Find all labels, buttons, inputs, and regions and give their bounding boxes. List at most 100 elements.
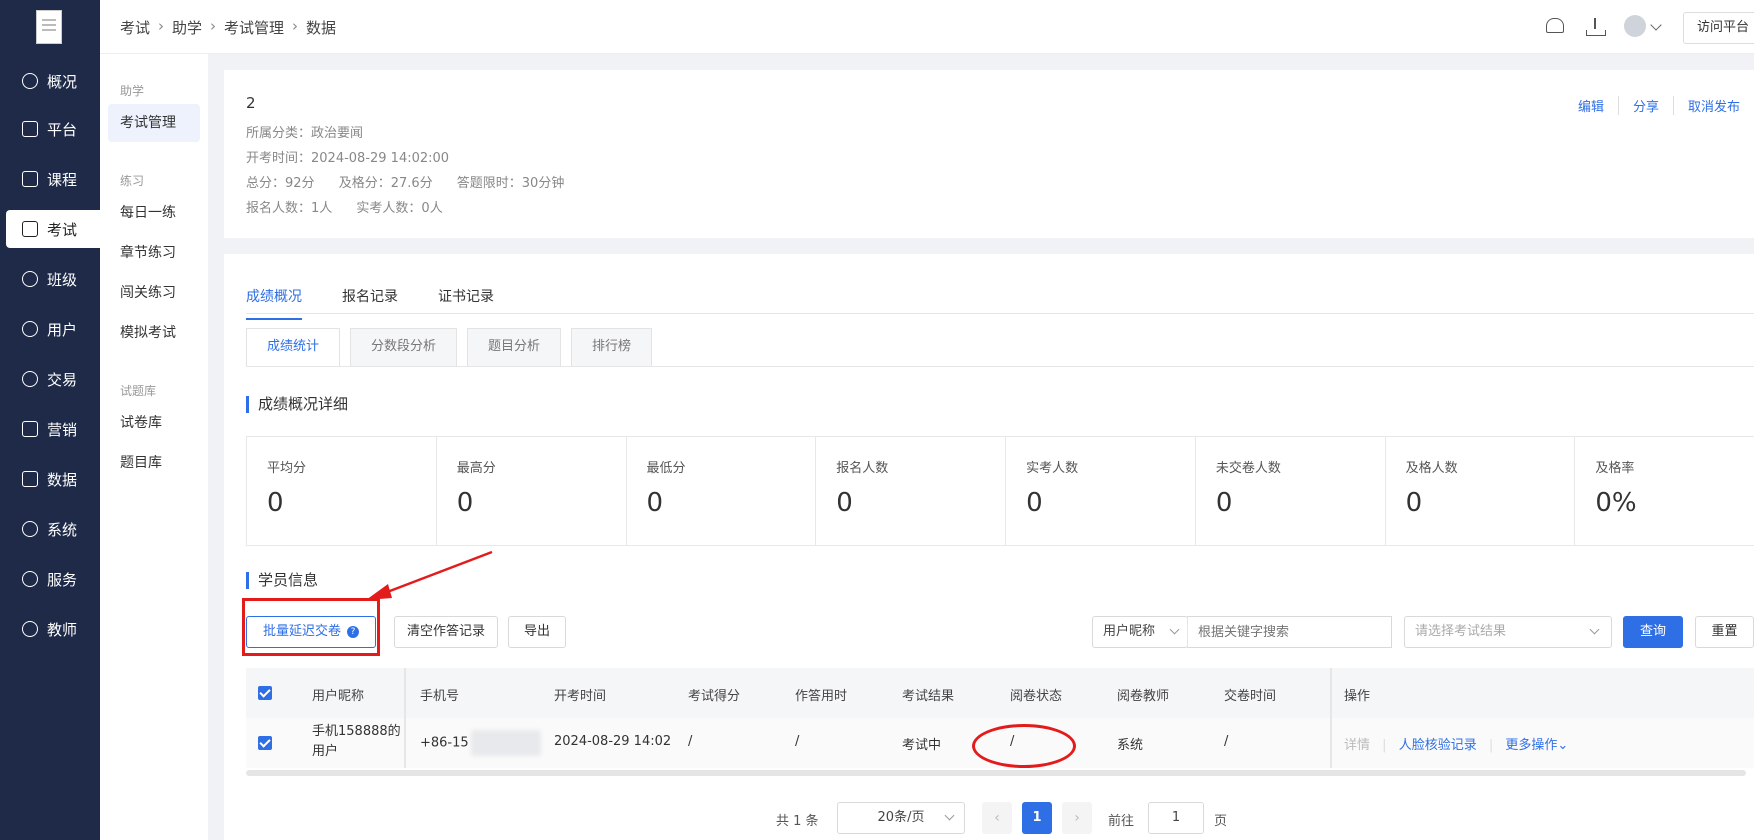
breadcrumb-item[interactable]: 助学 (172, 17, 202, 38)
exam-result-select[interactable]: 请选择考试结果 (1404, 616, 1612, 648)
submenu-item-level[interactable]: 闯关练习 (108, 274, 200, 312)
detail-link[interactable]: 详情 (1344, 738, 1370, 753)
cell-nickname: 手机158888的 用户 (312, 722, 401, 762)
stat-value: 0 (1215, 488, 1233, 518)
main-content-card: 成绩概况 报名记录 证书记录 成绩统计 分数段分析 题目分析 排行榜 成绩概况详… (224, 254, 1754, 840)
total-count: 共 1 条 (776, 814, 819, 829)
nav-item-class[interactable]: 班级 (0, 260, 100, 298)
nav-item-trade[interactable]: 交易 (0, 360, 100, 398)
face-verify-link[interactable]: 人脸核验记录 (1399, 738, 1477, 753)
share-link[interactable]: 分享 (1617, 96, 1673, 115)
more-actions-link[interactable]: 更多操作 (1505, 738, 1557, 753)
subtab-question-analysis[interactable]: 题目分析 (467, 328, 562, 366)
col-header: 操作 (1344, 689, 1371, 704)
exam-icon (22, 221, 38, 237)
col-header: 手机号 (420, 689, 460, 704)
export-button[interactable]: 导出 (508, 616, 566, 648)
stat-average: 平均分 0 (247, 437, 437, 545)
students-section-title: 学员信息 (246, 572, 318, 589)
nav-label: 平台 (47, 120, 78, 139)
col-header: 考试结果 (902, 689, 955, 704)
cell-submit-time: / (1224, 734, 1229, 749)
nav-label: 数据 (47, 470, 78, 489)
page-number-current[interactable]: 1 (1022, 802, 1052, 834)
reset-button[interactable]: 重置 (1695, 616, 1754, 648)
exam-counts: 报名人数：1人 实考人数：0人 (246, 197, 463, 216)
clear-records-button[interactable]: 清空作答记录 (394, 616, 498, 648)
nav-item-course[interactable]: 课程 (0, 160, 100, 198)
stat-value: 0 (646, 488, 664, 518)
nav-item-exam[interactable]: 考试 (6, 210, 100, 248)
app-logo[interactable] (36, 10, 62, 44)
submenu-item-daily[interactable]: 每日一练 (108, 194, 200, 232)
nav-item-system[interactable]: 系统 (0, 510, 100, 548)
teacher-icon (22, 621, 38, 637)
bell-icon[interactable] (1546, 18, 1564, 33)
stat-value: 0% (1595, 488, 1637, 518)
subtab-score-range[interactable]: 分数段分析 (350, 328, 458, 366)
filter-field-select[interactable]: 用户昵称 (1092, 616, 1188, 648)
select-all-checkbox[interactable] (258, 686, 272, 700)
breadcrumb: 考试 › 助学 › 考试管理 › 数据 (120, 17, 336, 38)
breadcrumb-item[interactable]: 考试 (120, 17, 150, 38)
unpublish-link[interactable]: 取消发布 (1672, 96, 1754, 115)
nav-item-platform[interactable]: 平台 (0, 110, 100, 148)
nav-label: 班级 (47, 270, 78, 289)
breadcrumb-item[interactable]: 考试管理 (224, 17, 284, 38)
chevron-down-icon[interactable]: ⌄ (1557, 738, 1568, 753)
subtab-score-stats[interactable]: 成绩统计 (246, 328, 341, 366)
bar-chart-icon (22, 471, 38, 487)
prev-page-button[interactable]: ‹ (982, 802, 1012, 834)
next-page-button[interactable]: › (1062, 802, 1092, 834)
nav-item-teacher[interactable]: 教师 (0, 610, 100, 648)
goto-page-input[interactable]: 1 (1148, 802, 1204, 834)
row-checkbox[interactable] (258, 736, 272, 750)
horizontal-scrollbar[interactable] (246, 770, 1746, 776)
search-input[interactable] (1187, 616, 1392, 648)
col-header: 阅卷教师 (1117, 689, 1170, 704)
chevron-down-icon[interactable] (1650, 19, 1662, 31)
nav-item-data[interactable]: 数据 (0, 460, 100, 498)
cell-result: 考试中 (902, 738, 942, 753)
visit-platform-button[interactable]: 访问平台 (1683, 12, 1754, 44)
edit-link[interactable]: 编辑 (1564, 96, 1618, 115)
cell-phone: +86-15 (420, 730, 541, 756)
submenu-item-chapter[interactable]: 章节练习 (108, 234, 200, 272)
stat-label: 平均分 (267, 461, 307, 476)
avatar[interactable] (1624, 15, 1646, 37)
fixed-column-shadow (1330, 668, 1332, 768)
service-icon (22, 571, 38, 587)
nav-label: 课程 (47, 170, 78, 189)
cell-score: / (688, 734, 693, 749)
cell-duration: / (795, 734, 800, 749)
stat-label: 最低分 (646, 461, 686, 476)
query-button[interactable]: 查询 (1623, 616, 1683, 648)
stat-label: 及格人数 (1405, 461, 1458, 476)
nav-item-marketing[interactable]: 营销 (0, 410, 100, 448)
cell-reviewer: 系统 (1117, 738, 1144, 753)
submenu-item-exam-management[interactable]: 考试管理 (108, 104, 200, 142)
submenu-item-paper-bank[interactable]: 试卷库 (108, 404, 200, 442)
megaphone-icon (22, 421, 38, 437)
stat-registered: 报名人数 0 (816, 437, 1007, 545)
download-icon[interactable] (1586, 18, 1606, 36)
tab-score-overview[interactable]: 成绩概况 (246, 286, 302, 320)
submenu-group-title: 试题库 (120, 384, 157, 398)
page-unit-label: 页 (1214, 814, 1228, 829)
annotation-arrow (366, 550, 493, 600)
stat-label: 实考人数 (1026, 461, 1079, 476)
page-size-value: 20条/页 (877, 810, 925, 825)
user-icon (22, 321, 38, 337)
submenu-item-question-bank[interactable]: 题目库 (108, 444, 200, 482)
nav-label: 营销 (47, 420, 78, 439)
col-header: 开考时间 (554, 689, 607, 704)
nav-item-service[interactable]: 服务 (0, 560, 100, 598)
tab-certificate-records[interactable]: 证书记录 (438, 286, 494, 320)
chevron-down-icon (1589, 624, 1600, 635)
tab-registration-records[interactable]: 报名记录 (342, 286, 398, 320)
subtab-ranking[interactable]: 排行榜 (571, 328, 653, 366)
nav-item-overview[interactable]: 概况 (0, 62, 100, 100)
submenu-item-mock[interactable]: 模拟考试 (108, 314, 200, 352)
nav-item-user[interactable]: 用户 (0, 310, 100, 348)
page-size-select[interactable]: 20条/页 (837, 802, 965, 834)
